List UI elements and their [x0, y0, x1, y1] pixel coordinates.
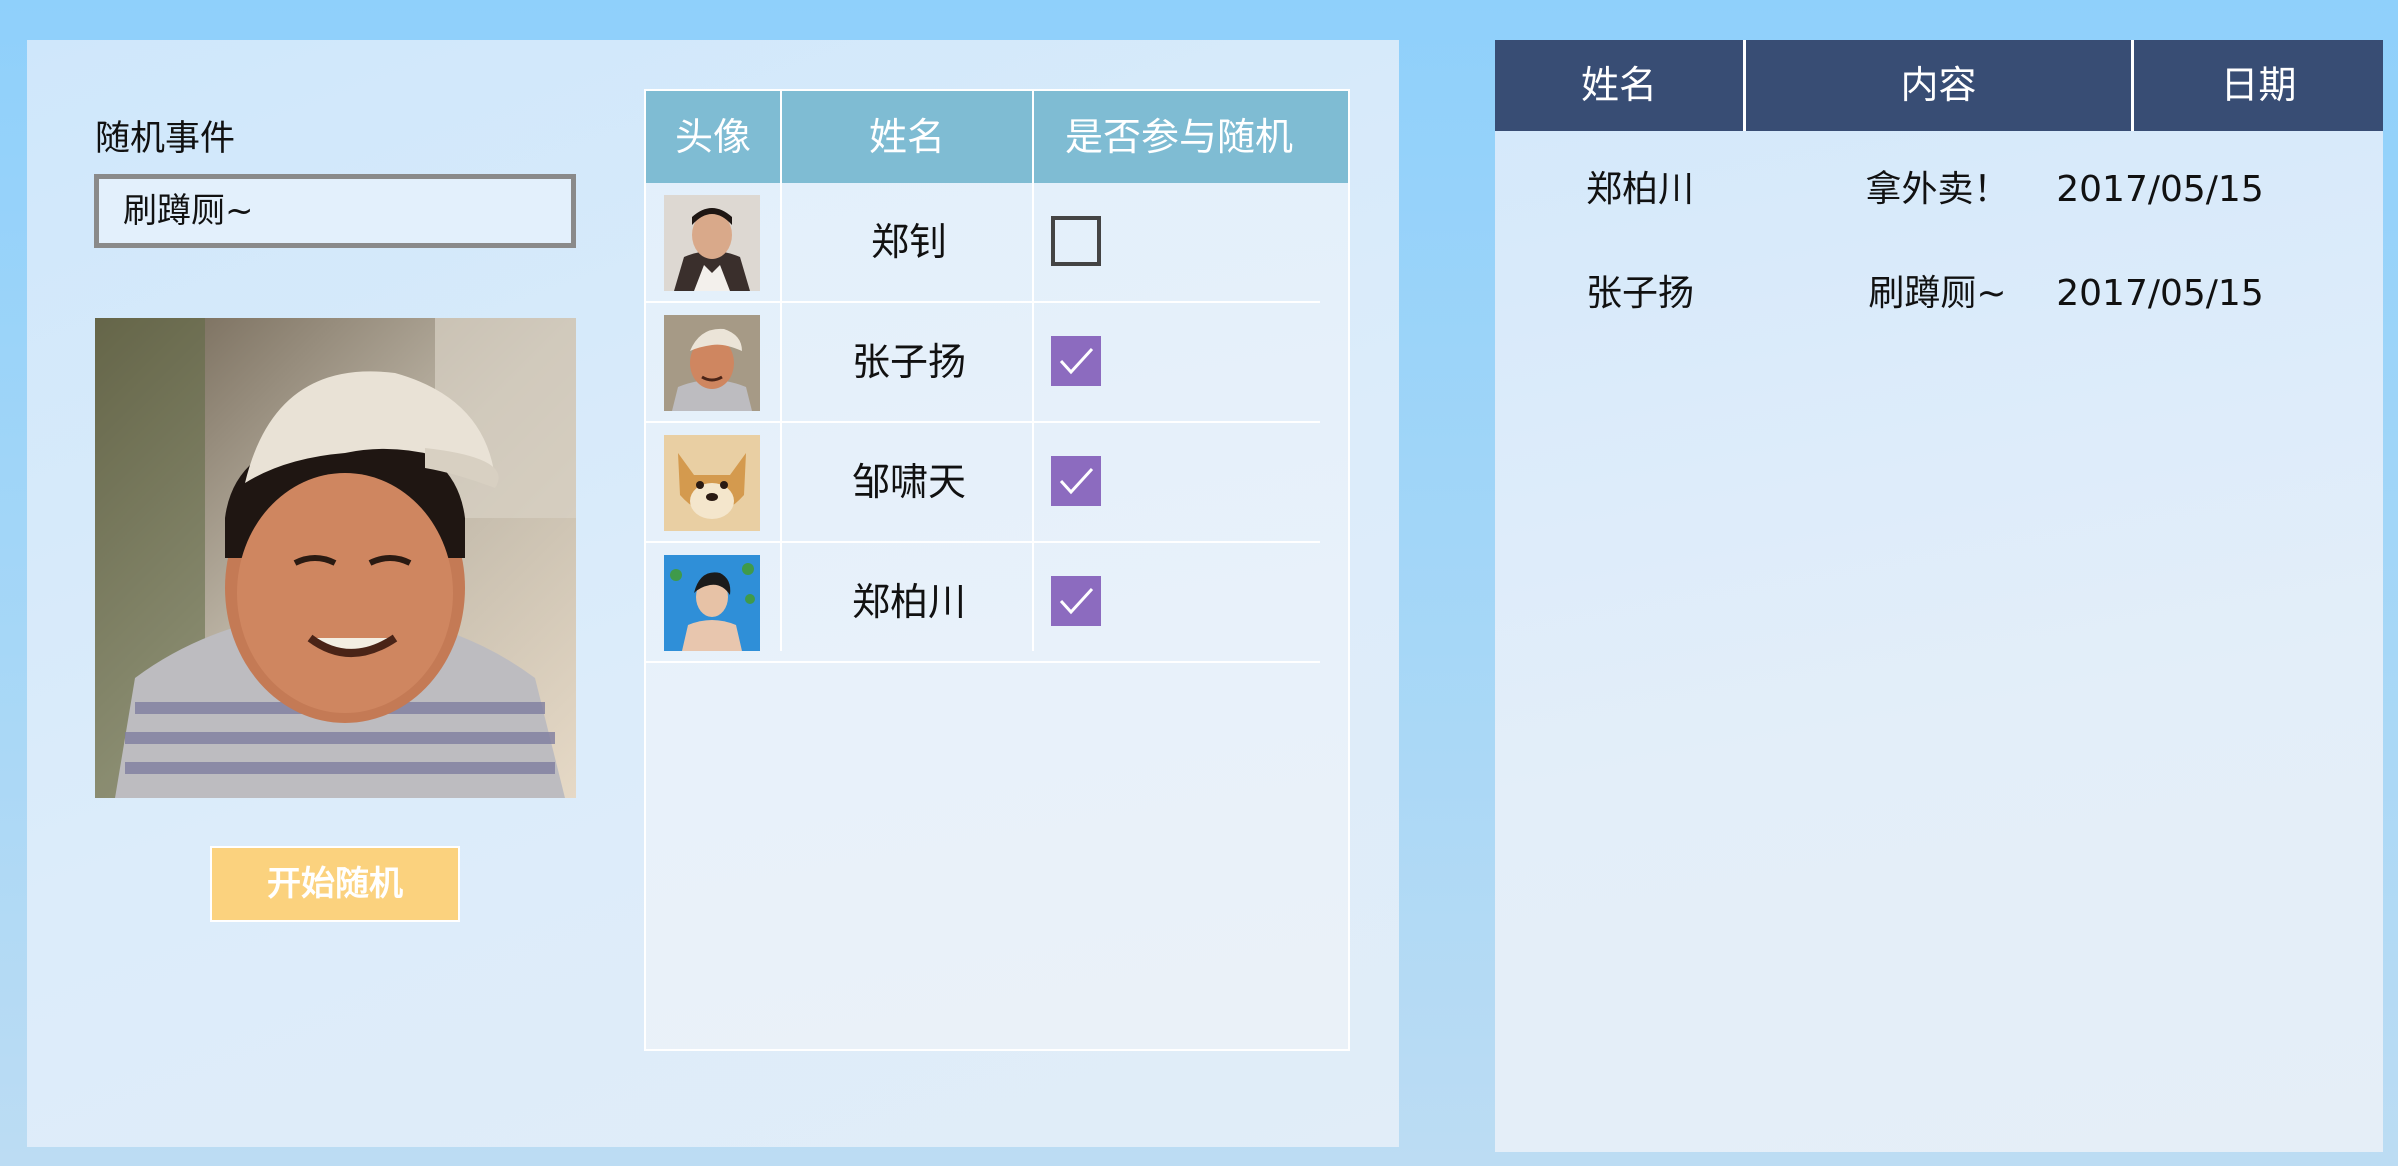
column-divider: [2131, 40, 2134, 131]
start-random-button[interactable]: 开始随机: [210, 846, 460, 922]
check-icon: [1059, 347, 1094, 375]
history-name: 郑柏川: [1585, 169, 1694, 210]
check-icon: [1059, 587, 1094, 615]
event-label: 随机事件: [95, 119, 236, 159]
participant-name: 郑钊: [870, 220, 947, 264]
column-header-name: 姓名: [1580, 63, 1657, 107]
avatar: [664, 195, 760, 291]
participate-checkbox[interactable]: [1051, 336, 1101, 386]
selected-person-photo: [95, 318, 576, 798]
participant-name: 郑柏川: [851, 580, 966, 624]
participant-row: 郑柏川: [646, 543, 1320, 663]
participate-checkbox[interactable]: [1051, 456, 1101, 506]
history-date: 2017/05/15: [2056, 169, 2264, 210]
check-icon: [1059, 467, 1094, 495]
participant-row: 张子扬: [646, 303, 1320, 423]
history-name: 张子扬: [1585, 273, 1694, 314]
participate-checkbox[interactable]: [1051, 216, 1101, 266]
column-header-date: 日期: [2220, 63, 2297, 107]
participants-table: 头像 姓名 是否参与随机 郑钊 张子扬 邹啸天 郑柏川: [644, 89, 1350, 1051]
column-header-avatar: 头像: [674, 115, 751, 159]
history-date: 2017/05/15: [2056, 273, 2264, 314]
column-header-name: 姓名: [868, 115, 945, 159]
participant-name: 张子扬: [851, 340, 966, 384]
participant-row: 邹啸天: [646, 423, 1320, 543]
participate-checkbox[interactable]: [1051, 576, 1101, 626]
column-header-participate: 是否参与随机: [1064, 115, 1293, 159]
history-row: 郑柏川 拿外卖！ 2017/05/15: [1495, 150, 2383, 230]
column-divider: [1743, 40, 1746, 131]
history-table-header: 姓名 内容 日期: [1495, 40, 2383, 131]
history-row: 张子扬 刷蹲厕~ 2017/05/15: [1495, 254, 2383, 334]
avatar: [664, 435, 760, 531]
column-header-content: 内容: [1900, 63, 1977, 107]
avatar: [664, 315, 760, 411]
participants-table-header: 头像 姓名 是否参与随机: [646, 91, 1348, 183]
event-input[interactable]: 刷蹲厕~: [94, 174, 576, 248]
avatar: [664, 555, 760, 651]
participant-row: 郑钊: [646, 183, 1320, 303]
participant-name: 邹啸天: [851, 460, 966, 504]
history-panel: 姓名 内容 日期 郑柏川 拿外卖！ 2017/05/15 张子扬 刷蹲厕~ 20…: [1495, 40, 2383, 1152]
